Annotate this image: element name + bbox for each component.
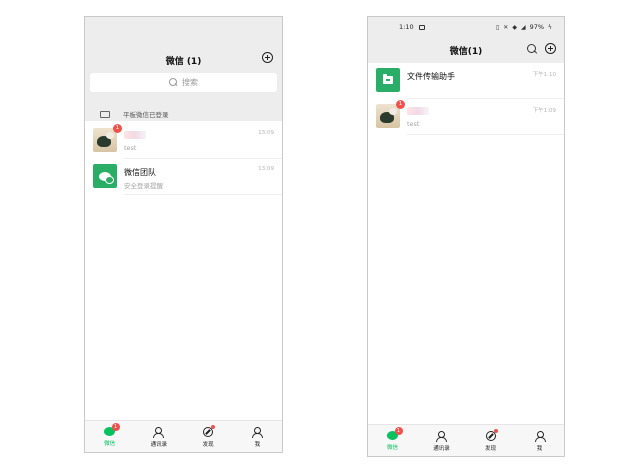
notification-dot [211, 425, 216, 429]
unread-badge: 1 [113, 124, 122, 133]
tab-discover[interactable]: 发现 [466, 425, 515, 456]
tab-label: 我 [536, 446, 543, 452]
tab-chats[interactable]: 1 微信 [85, 421, 134, 452]
chat-name: 微信团队 [124, 168, 156, 177]
blurred-contact-name [124, 131, 146, 139]
tablet-login-text: 平板微信已登录 [123, 111, 169, 119]
search-icon[interactable] [527, 44, 537, 54]
chat-preview: test [124, 144, 137, 152]
page-title: 微信 (1) [165, 57, 202, 67]
tab-me[interactable]: 我 [233, 421, 282, 452]
search-input[interactable]: 搜索 [90, 73, 277, 92]
add-plus-icon[interactable] [262, 52, 273, 63]
mute-icon: ✕ [503, 23, 509, 31]
chat-time: 13:09 [258, 130, 274, 136]
chat-name: 文件传输助手 [407, 72, 455, 81]
chat-preview: test [407, 120, 420, 128]
unread-badge: 1 [396, 100, 405, 109]
tab-chats[interactable]: 1 微信 [368, 425, 417, 456]
contacts-icon [436, 431, 447, 442]
search-placeholder: 搜索 [182, 78, 198, 87]
header-bar: 1:10 ▯ ✕ ◆ ◢ 97% ϟ 微信(1) [368, 17, 564, 63]
phone-screen-right: 1:10 ▯ ✕ ◆ ◢ 97% ϟ 微信(1) 文件传输助手 下午1:10 1 [367, 16, 565, 457]
tab-label: 我 [254, 442, 261, 448]
search-icon [169, 78, 178, 87]
bottom-tab-bar: 1 微信 通讯录 发现 我 [85, 420, 282, 452]
status-time: 1:10 [399, 23, 414, 31]
wifi-icon: ◆ [512, 23, 517, 31]
tab-contacts[interactable]: 通讯录 [417, 425, 466, 456]
person-icon [534, 431, 546, 442]
status-bar: 1:10 ▯ ✕ ◆ ◢ 97% ϟ [368, 23, 564, 33]
folder-icon [383, 74, 393, 84]
battery-level: 97% [529, 23, 545, 31]
tab-label: 发现 [202, 442, 214, 448]
avatar [93, 164, 117, 188]
tab-me[interactable]: 我 [515, 425, 564, 456]
contacts-icon [153, 427, 165, 438]
chat-preview: 安全登录提醒 [124, 182, 163, 190]
tab-label: 发现 [484, 446, 496, 452]
tab-discover[interactable]: 发现 [184, 421, 233, 452]
chat-list-item[interactable]: 微信团队 安全登录提醒 13:09 [85, 159, 282, 195]
tablet-login-banner[interactable]: 平板微信已登录 [85, 107, 282, 121]
image-notification-icon [419, 25, 425, 30]
add-plus-icon[interactable] [545, 43, 556, 54]
chat-list-item[interactable]: 1 test 13:09 [85, 123, 282, 159]
divider [124, 194, 282, 195]
status-icons: ▯ ✕ ◆ ◢ 97% ϟ [496, 23, 552, 31]
header-bar: 微信 (1) 搜索 [85, 17, 282, 107]
chat-list-item[interactable]: 1 test 下午1:09 [368, 99, 564, 135]
person-icon [252, 427, 264, 438]
tablet-icon [100, 110, 110, 118]
tab-contacts[interactable]: 通讯录 [134, 421, 183, 452]
tab-label: 微信 [386, 445, 398, 451]
phone-icon: ▯ [495, 23, 500, 31]
avatar [376, 68, 400, 92]
signal-icon: ◢ [520, 23, 526, 31]
divider [407, 134, 564, 135]
bird-head-icon [106, 132, 114, 139]
tab-label: 通讯录 [150, 442, 168, 448]
tab-unread-badge: 1 [111, 423, 120, 431]
notification-dot [493, 429, 498, 433]
phone-screen-left: 微信 (1) 搜索 平板微信已登录 1 test 13:09 微信团队 安全登录… [84, 16, 283, 453]
bottom-tab-bar: 1 微信 通讯录 发现 我 [368, 424, 564, 456]
chat-time: 13:09 [258, 166, 274, 172]
chat-time: 下午1:10 [532, 72, 556, 78]
chat-list-item[interactable]: 文件传输助手 下午1:10 [368, 63, 564, 99]
blurred-contact-name [407, 107, 429, 115]
wechat-team-icon [99, 171, 114, 184]
tab-label: 通讯录 [433, 446, 450, 452]
charging-icon: ϟ [548, 23, 552, 31]
tab-unread-badge: 1 [394, 427, 403, 435]
bird-head-icon [389, 108, 397, 115]
tab-label: 微信 [104, 441, 116, 447]
chat-time: 下午1:09 [532, 108, 556, 114]
